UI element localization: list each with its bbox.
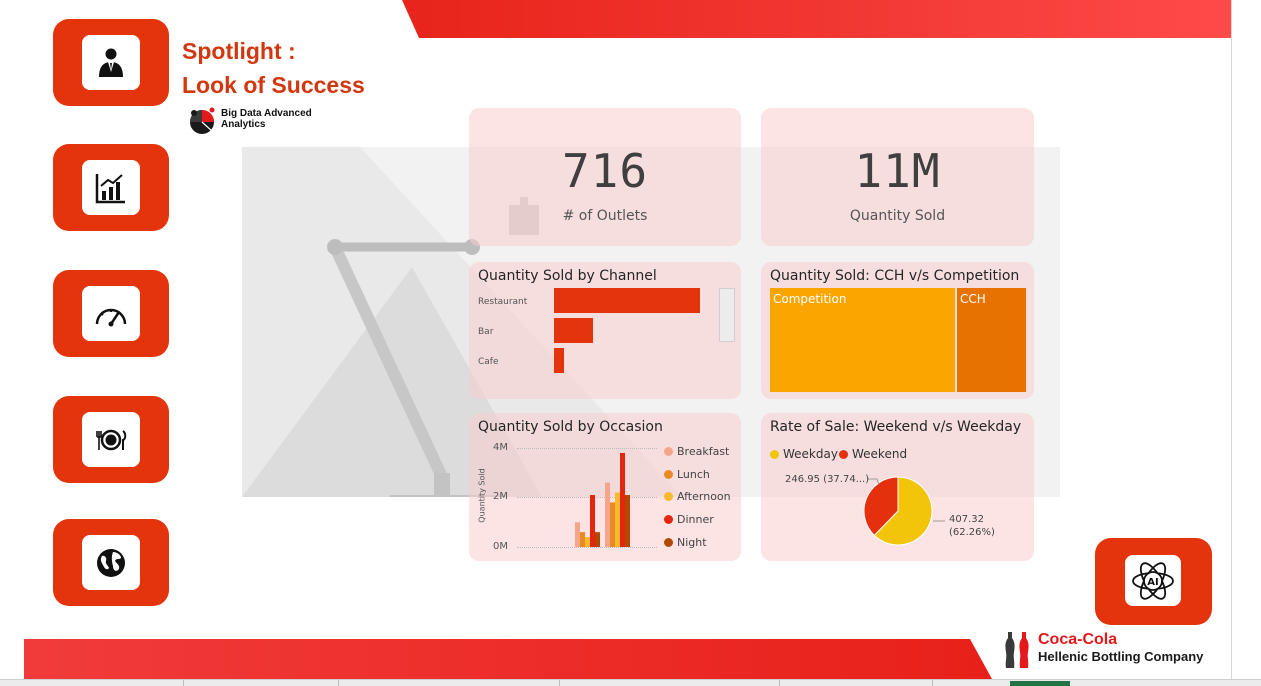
brand-subtitle: Hellenic Bottling Company — [1038, 649, 1204, 664]
pie-label-weekday-value: 407.32 — [949, 514, 984, 525]
pie-label-weekend: 246.95 (37.74...) — [785, 474, 870, 485]
occasion-chart-title: Quantity Sold by Occasion — [478, 419, 663, 435]
title-line-2: Look of Success — [182, 72, 365, 98]
top-accent-band — [402, 0, 1231, 38]
ai-assistant-button[interactable]: AI — [1095, 538, 1212, 625]
legend-dot — [664, 538, 673, 547]
y-tick-4m: 4M — [493, 442, 508, 453]
treemap-label-competition: Competition — [773, 292, 847, 306]
bda-logo: Big Data Advanced Analytics — [185, 104, 312, 138]
coca-cola-hbc-logo: Coca-Cola Hellenic Bottling Company — [1002, 630, 1203, 670]
bda-text-line-2: Analytics — [221, 119, 266, 130]
legend-label: Breakfast — [677, 445, 730, 458]
legend-dot — [664, 492, 673, 501]
kpi-card-outlets[interactable]: 716 # of Outlets — [469, 108, 741, 246]
treemap-tile-cch[interactable]: CCH — [957, 288, 1026, 392]
svg-text:AI: AI — [1147, 577, 1158, 588]
business-person-icon — [99, 48, 123, 77]
legend-label: Afternoon — [677, 490, 731, 503]
occasion-bar-afternoon[interactable] — [585, 537, 590, 547]
legend-dot — [664, 470, 673, 479]
occasion-bar-dinner[interactable] — [620, 452, 625, 547]
channel-chart-title: Quantity Sold by Channel — [478, 268, 657, 284]
bar-chart-icon — [95, 173, 125, 203]
channel-bar-cafe[interactable] — [554, 348, 565, 373]
occasion-bar-night[interactable] — [595, 532, 600, 547]
report-page: Spotlight : Look of Success Big Data Adv… — [24, 0, 1232, 679]
kpi-value-quantity: 11M — [854, 144, 941, 198]
y-tick-0m: 0M — [493, 541, 508, 552]
rate-chart-card[interactable]: Rate of Sale: Weekend v/s Weekday Weekda… — [761, 413, 1034, 561]
globe-icon — [97, 548, 125, 577]
nav-button-performance[interactable] — [53, 270, 169, 357]
occasion-bars — [575, 452, 630, 547]
channel-scrollbar[interactable] — [719, 288, 735, 342]
kpi-label-outlets: # of Outlets — [562, 208, 648, 224]
competition-chart-title: Quantity Sold: CCH v/s Competition — [770, 268, 1020, 284]
brand-name: Coca-Cola — [1038, 631, 1118, 648]
page-title: Spotlight : Look of Success — [182, 34, 365, 102]
y-axis-label: Quantity Sold — [477, 468, 487, 523]
legend-label: Dinner — [677, 513, 714, 526]
kpi-card-quantity[interactable]: 11M Quantity Sold — [761, 108, 1034, 246]
channel-bar-restaurant[interactable] — [554, 288, 700, 313]
channel-label-cafe: Cafe — [478, 357, 499, 367]
channel-label-bar: Bar — [478, 327, 494, 337]
ai-atom-icon: AI — [1132, 561, 1174, 600]
nav-button-analytics[interactable] — [53, 144, 169, 231]
dining-icon — [96, 429, 127, 450]
occasion-bar-afternoon[interactable] — [615, 492, 620, 547]
legend-dot — [664, 515, 673, 524]
channel-chart-card[interactable]: Quantity Sold by Channel Restaurant Bar … — [469, 262, 741, 399]
kpi-value-outlets: 716 — [561, 144, 649, 198]
pie-label-weekday-percent: (62.26%) — [949, 527, 995, 538]
occasion-chart-card[interactable]: Quantity Sold by Occasion 4M 2M 0M Quant… — [469, 413, 741, 561]
legend-label: Lunch — [677, 468, 710, 481]
legend-label: Night — [677, 536, 707, 549]
title-line-1: Spotlight : — [182, 38, 296, 64]
legend-breakfast[interactable]: Breakfast — [664, 445, 729, 458]
nav-button-global[interactable] — [53, 519, 169, 606]
occasion-bar-night[interactable] — [625, 495, 630, 547]
channel-label-restaurant: Restaurant — [478, 297, 528, 307]
legend-night[interactable]: Night — [664, 536, 707, 549]
bda-text-line-1: Big Data Advanced — [221, 108, 312, 119]
occasion-bar-lunch[interactable] — [580, 532, 585, 547]
nav-button-profile[interactable] — [53, 19, 169, 106]
bottom-accent-band — [24, 639, 992, 679]
legend-lunch[interactable]: Lunch — [664, 468, 710, 481]
y-tick-2m: 2M — [493, 491, 508, 502]
treemap-label-cch: CCH — [960, 292, 986, 306]
occasion-bar-breakfast[interactable] — [575, 522, 580, 547]
legend-dinner[interactable]: Dinner — [664, 513, 714, 526]
speedometer-icon — [95, 308, 127, 326]
occasion-bar-dinner[interactable] — [590, 495, 595, 547]
legend-afternoon[interactable]: Afternoon — [664, 490, 731, 503]
kpi-label-quantity: Quantity Sold — [849, 208, 946, 224]
competition-chart-card[interactable]: Quantity Sold: CCH v/s Competition Compe… — [761, 262, 1034, 399]
active-sheet-tab[interactable] — [1010, 681, 1070, 686]
legend-dot — [664, 447, 673, 456]
occasion-bar-breakfast[interactable] — [605, 482, 610, 547]
nav-button-occasion[interactable] — [53, 396, 169, 483]
bda-logo-icon — [190, 107, 215, 134]
bottles-icon — [1005, 632, 1029, 668]
treemap-tile-competition[interactable]: Competition — [770, 288, 955, 392]
occasion-bar-lunch[interactable] — [610, 502, 615, 547]
channel-bar-bar[interactable] — [554, 318, 594, 343]
